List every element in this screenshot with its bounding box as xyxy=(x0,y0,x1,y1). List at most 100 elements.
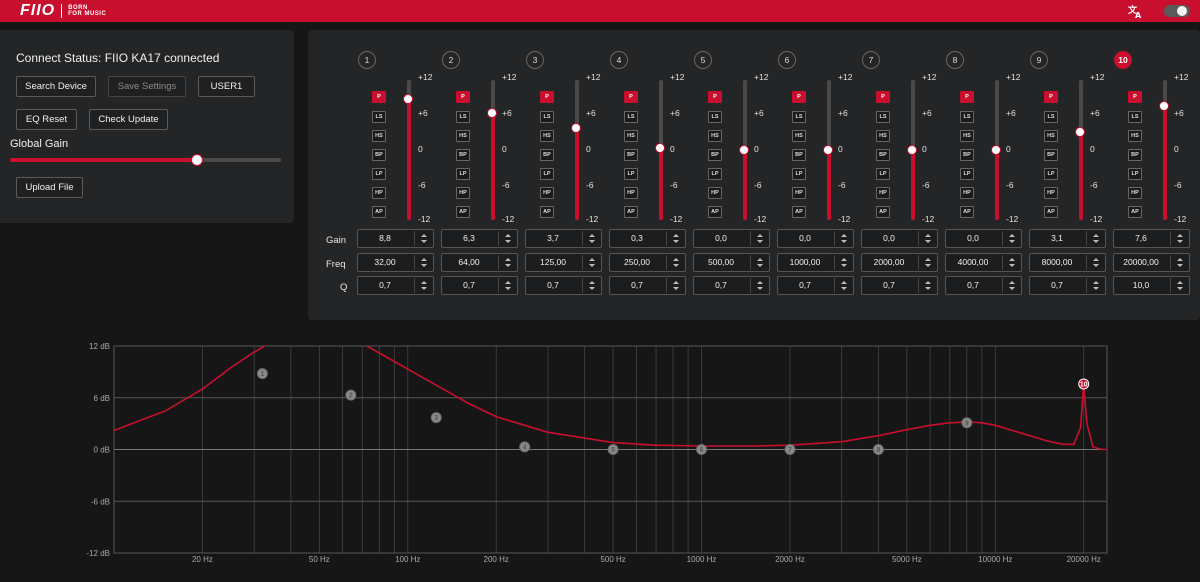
band-number-1[interactable]: 1 xyxy=(358,51,376,69)
spinner-arrows[interactable] xyxy=(1170,278,1188,293)
filter-type-lp-button[interactable]: LP xyxy=(708,168,722,180)
filter-type-hs-button[interactable]: HS xyxy=(624,130,638,142)
band-number-5[interactable]: 5 xyxy=(694,51,712,69)
band-number-9[interactable]: 9 xyxy=(1030,51,1048,69)
filter-type-bp-button[interactable]: BP xyxy=(372,149,386,161)
q-input[interactable]: 10,0 xyxy=(1113,276,1190,295)
band-number-8[interactable]: 8 xyxy=(946,51,964,69)
spinner-arrows[interactable] xyxy=(1170,255,1188,270)
filter-type-p-button[interactable]: P xyxy=(456,91,470,103)
filter-type-bp-button[interactable]: BP xyxy=(1128,149,1142,161)
filter-type-lp-button[interactable]: LP xyxy=(960,168,974,180)
chevron-down-icon[interactable] xyxy=(1177,240,1183,243)
freq-input[interactable]: 20000,00 xyxy=(1113,253,1190,272)
filter-type-lp-button[interactable]: LP xyxy=(540,168,554,180)
filter-type-ap-button[interactable]: AP xyxy=(624,206,638,218)
filter-type-ap-button[interactable]: AP xyxy=(876,206,890,218)
filter-type-lp-button[interactable]: LP xyxy=(624,168,638,180)
band-number-3[interactable]: 3 xyxy=(526,51,544,69)
filter-type-lp-button[interactable]: LP xyxy=(792,168,806,180)
filter-type-hs-button[interactable]: HS xyxy=(1044,130,1058,142)
chevron-down-icon[interactable] xyxy=(1177,264,1183,267)
filter-type-hs-button[interactable]: HS xyxy=(456,130,470,142)
filter-type-ls-button[interactable]: LS xyxy=(1044,111,1058,123)
filter-type-ap-button[interactable]: AP xyxy=(792,206,806,218)
filter-type-hp-button[interactable]: HP xyxy=(624,187,638,199)
band-gain-handle[interactable] xyxy=(1159,100,1169,111)
filter-type-bp-button[interactable]: BP xyxy=(960,149,974,161)
filter-type-ap-button[interactable]: AP xyxy=(540,206,554,218)
filter-type-hp-button[interactable]: HP xyxy=(456,187,470,199)
filter-type-hs-button[interactable]: HS xyxy=(708,130,722,142)
filter-type-p-button[interactable]: P xyxy=(540,91,554,103)
filter-type-ap-button[interactable]: AP xyxy=(1128,206,1142,218)
filter-type-ls-button[interactable]: LS xyxy=(708,111,722,123)
filter-type-bp-button[interactable]: BP xyxy=(456,149,470,161)
chevron-down-icon[interactable] xyxy=(1177,287,1183,290)
global-gain-slider[interactable] xyxy=(10,154,281,166)
filter-type-hp-button[interactable]: HP xyxy=(540,187,554,199)
filter-type-hs-button[interactable]: HS xyxy=(540,130,554,142)
gain-input[interactable]: 7,6 xyxy=(1113,229,1190,248)
filter-type-bp-button[interactable]: BP xyxy=(540,149,554,161)
filter-type-hs-button[interactable]: HS xyxy=(876,130,890,142)
filter-type-hp-button[interactable]: HP xyxy=(792,187,806,199)
spinner-arrows[interactable] xyxy=(1170,231,1188,246)
band-number-10[interactable]: 10 xyxy=(1114,51,1132,69)
eq-reset-button[interactable]: EQ Reset xyxy=(16,109,77,130)
filter-type-ls-button[interactable]: LS xyxy=(876,111,890,123)
filter-type-hp-button[interactable]: HP xyxy=(876,187,890,199)
user-preset-button[interactable]: USER1 xyxy=(198,76,255,97)
band-number-2[interactable]: 2 xyxy=(442,51,460,69)
filter-type-p-button[interactable]: P xyxy=(876,91,890,103)
filter-type-p-button[interactable]: P xyxy=(960,91,974,103)
filter-type-hp-button[interactable]: HP xyxy=(960,187,974,199)
global-gain-handle[interactable] xyxy=(190,154,203,166)
filter-type-ls-button[interactable]: LS xyxy=(624,111,638,123)
filter-type-hp-button[interactable]: HP xyxy=(708,187,722,199)
filter-type-ap-button[interactable]: AP xyxy=(960,206,974,218)
filter-type-hp-button[interactable]: HP xyxy=(1044,187,1058,199)
filter-type-p-button[interactable]: P xyxy=(792,91,806,103)
filter-type-hs-button[interactable]: HS xyxy=(792,130,806,142)
filter-type-bp-button[interactable]: BP xyxy=(792,149,806,161)
filter-type-hs-button[interactable]: HS xyxy=(960,130,974,142)
filter-type-lp-button[interactable]: LP xyxy=(876,168,890,180)
filter-type-ap-button[interactable]: AP xyxy=(456,206,470,218)
theme-toggle-icon[interactable] xyxy=(1164,5,1190,17)
filter-type-ls-button[interactable]: LS xyxy=(372,111,386,123)
translate-icon[interactable]: 文 A xyxy=(1127,3,1143,20)
filter-type-bp-button[interactable]: BP xyxy=(708,149,722,161)
search-device-button[interactable]: Search Device xyxy=(16,76,96,97)
chevron-up-icon[interactable] xyxy=(1177,234,1183,237)
filter-type-ls-button[interactable]: LS xyxy=(540,111,554,123)
filter-type-hs-button[interactable]: HS xyxy=(1128,130,1142,142)
filter-type-lp-button[interactable]: LP xyxy=(1128,168,1142,180)
filter-type-p-button[interactable]: P xyxy=(1128,91,1142,103)
filter-type-lp-button[interactable]: LP xyxy=(456,168,470,180)
filter-type-ls-button[interactable]: LS xyxy=(456,111,470,123)
filter-type-hs-button[interactable]: HS xyxy=(372,130,386,142)
filter-type-ls-button[interactable]: LS xyxy=(792,111,806,123)
filter-type-ls-button[interactable]: LS xyxy=(1128,111,1142,123)
filter-type-bp-button[interactable]: BP xyxy=(876,149,890,161)
band-number-6[interactable]: 6 xyxy=(778,51,796,69)
filter-type-p-button[interactable]: P xyxy=(1044,91,1058,103)
filter-type-hp-button[interactable]: HP xyxy=(372,187,386,199)
filter-type-p-button[interactable]: P xyxy=(708,91,722,103)
chevron-up-icon[interactable] xyxy=(1177,281,1183,284)
upload-file-button[interactable]: Upload File xyxy=(16,177,83,198)
filter-type-hp-button[interactable]: HP xyxy=(1128,187,1142,199)
band-number-4[interactable]: 4 xyxy=(610,51,628,69)
filter-type-bp-button[interactable]: BP xyxy=(1044,149,1058,161)
band-number-7[interactable]: 7 xyxy=(862,51,880,69)
filter-type-lp-button[interactable]: LP xyxy=(1044,168,1058,180)
chevron-up-icon[interactable] xyxy=(1177,258,1183,261)
check-update-button[interactable]: Check Update xyxy=(89,109,168,130)
filter-type-ap-button[interactable]: AP xyxy=(1044,206,1058,218)
filter-type-ls-button[interactable]: LS xyxy=(960,111,974,123)
filter-type-bp-button[interactable]: BP xyxy=(624,149,638,161)
save-settings-button[interactable]: Save Settings xyxy=(108,76,186,97)
filter-type-ap-button[interactable]: AP xyxy=(372,206,386,218)
filter-type-p-button[interactable]: P xyxy=(372,91,386,103)
